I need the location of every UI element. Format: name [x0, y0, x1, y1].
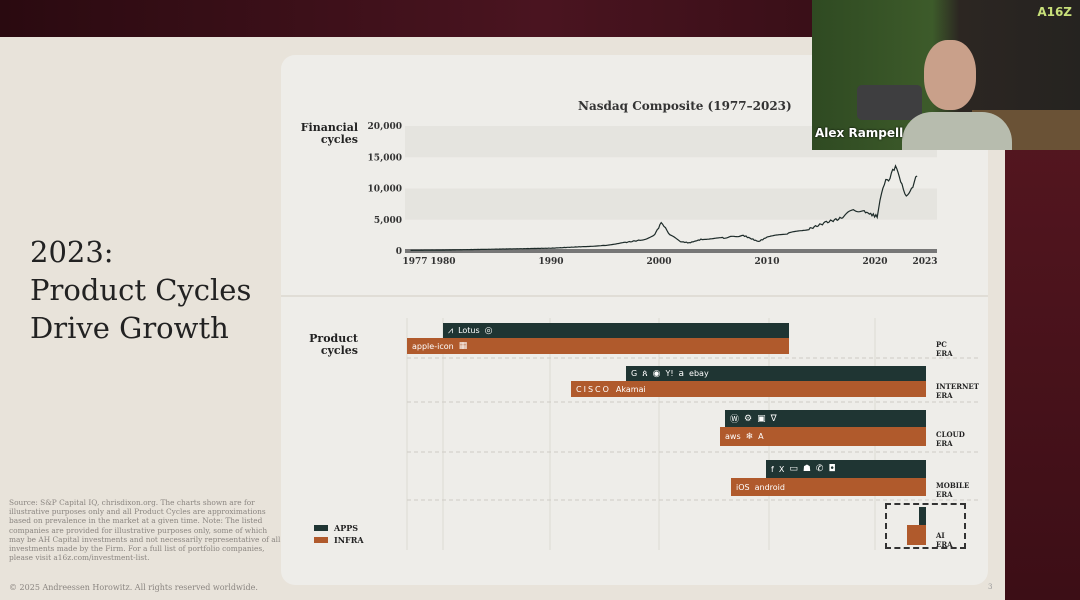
company-logo-text: Y! [665, 369, 674, 378]
internet-era-apps-bar: G ጰ ◉ Y! a ebay [626, 366, 926, 381]
uber-icon: ▭ [789, 464, 798, 474]
windows-icon: ▦ [458, 341, 468, 351]
era-label: CLOUD ERA [936, 430, 965, 448]
pc-era-infra-bar: apple-icon ▦ [407, 338, 789, 354]
company-logo-text: G [631, 369, 638, 378]
company-logo-text: ebay [689, 369, 709, 378]
mobile-era-infra-bar: iOS android [731, 478, 926, 496]
legend-label: INFRA [334, 535, 364, 545]
instagram-icon: ◘ [828, 464, 836, 474]
pc-era-apps-bar: ⩘ Lotus ◎ [443, 323, 789, 338]
y-tick-label: 15,000 [368, 153, 402, 163]
internet-era-infra-bar: CISCO Akamai [571, 381, 926, 397]
hubspot-icon: ⚙ [744, 413, 753, 424]
speaker-body [902, 112, 1012, 150]
video-sofa [857, 85, 922, 120]
snapchat-icon: ☗ [802, 464, 811, 474]
company-logo-text: Akamai [615, 384, 646, 394]
y-tick-label: 10,000 [368, 185, 402, 195]
company-logo-text: X [778, 464, 785, 474]
y-tick-label: 20,000 [368, 122, 402, 132]
x-tick-label: 1990 [538, 257, 563, 267]
company-logo-text: apple-icon [412, 341, 454, 351]
era-label: PC ERA [936, 340, 953, 358]
target-icon: ◎ [484, 325, 493, 336]
shopify-icon: ▣ [757, 413, 766, 424]
amazon-icon: a [678, 368, 685, 379]
company-logo-text: android [754, 482, 785, 492]
legend-infra: INFRA [314, 535, 364, 545]
x-tick-label: 2020 [862, 257, 887, 267]
company-logo-text: CISCO [576, 384, 611, 394]
x-tick-label: 2023 [912, 257, 937, 267]
x-tick-label: 1977 [402, 257, 427, 267]
x-tick-label: 1980 [430, 257, 455, 267]
runner-icon: ጰ [642, 368, 648, 379]
a16z-logo: A16Z [1037, 5, 1072, 19]
era-label: MOBILE ERA [936, 481, 970, 499]
video-overlay: Alex Rampell A16Z [812, 0, 1080, 150]
cloud-era-infra-bar: aws ❄ A [720, 427, 926, 446]
mobile-era-apps-bar: f X ▭ ☗ ✆ ◘ [766, 460, 926, 478]
whatsapp-icon: ✆ [815, 464, 824, 474]
speaker-name: Alex Rampell [815, 126, 904, 140]
legend-apps: APPS [314, 523, 358, 533]
x-tick-label: 2000 [646, 257, 671, 267]
x-tick-label: 2010 [754, 257, 779, 267]
adobe-icon: ⩘ [448, 325, 454, 336]
circle-icon: ◉ [652, 368, 661, 379]
speaker-head [924, 40, 976, 110]
company-logo-text: aws [725, 432, 741, 441]
workday-icon: Ⓦ [730, 415, 740, 425]
cloud-era-apps-bar: Ⓦ ⚙ ▣ ∇ [725, 410, 926, 427]
ai-era-box [885, 503, 966, 549]
company-logo-text: f [771, 464, 774, 474]
legend-label: APPS [334, 523, 359, 533]
company-logo-text: A [758, 432, 764, 441]
y-tick-label: 0 [396, 247, 402, 257]
company-logo-text: Lotus [458, 326, 480, 335]
legend-swatch-infra [314, 537, 328, 543]
company-logo-text: iOS [736, 482, 750, 492]
legend-swatch-apps [314, 525, 328, 531]
veeva-icon: ∇ [770, 413, 777, 424]
grid-band [405, 188, 937, 220]
snowflake-icon: ❄ [745, 431, 754, 442]
y-tick-label: 5,000 [374, 216, 402, 226]
era-label: INTERNET ERA [936, 382, 979, 400]
